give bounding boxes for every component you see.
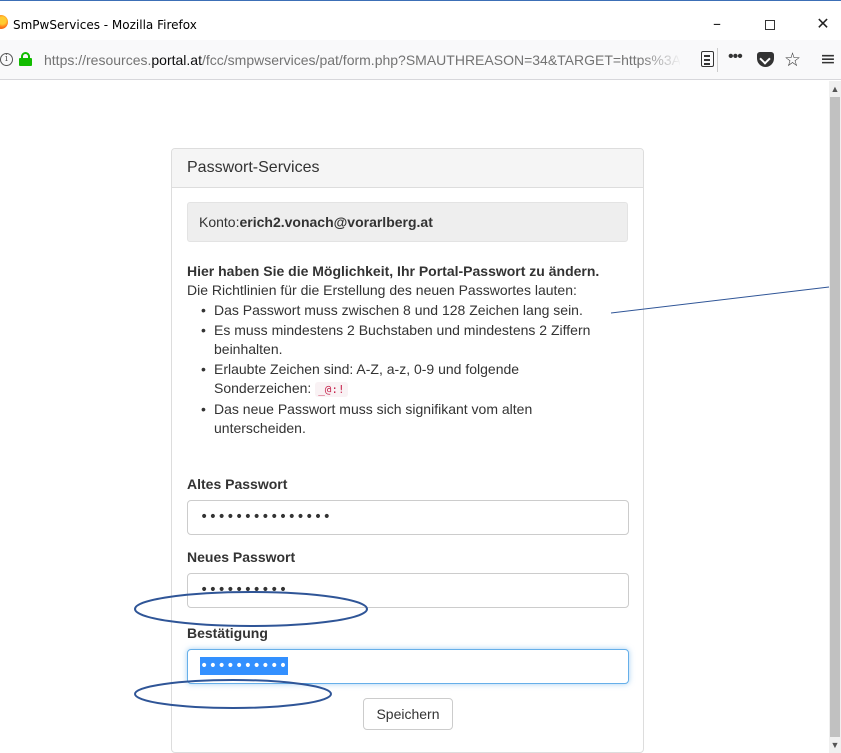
site-info-icon[interactable]: i <box>0 53 13 66</box>
scroll-thumb[interactable] <box>830 97 840 737</box>
account-label: Konto: <box>199 214 240 230</box>
maximize-icon <box>765 19 775 30</box>
rule-item: Das neue Passwort muss sich signifikant … <box>199 400 619 439</box>
old-password-label: Altes Passwort <box>187 476 288 492</box>
old-password-input[interactable]: ••••••••••••••• <box>187 500 629 535</box>
intro-heading: Hier haben Sie die Möglichkeit, Ihr Port… <box>187 263 600 279</box>
save-button[interactable]: Speichern <box>363 698 453 730</box>
hamburger-menu-icon[interactable]: ≡ <box>820 48 836 70</box>
url-domain: portal.at <box>151 52 202 68</box>
confirm-password-input[interactable]: •••••••••• <box>187 649 629 684</box>
rule-text: Erlaubte Zeichen sind: A-Z, a-z, 0-9 und… <box>214 360 520 397</box>
account-value: erich2.vonach@vorarlberg.at <box>239 214 433 230</box>
vertical-scrollbar[interactable]: ▲ ▼ <box>829 81 841 753</box>
navigation-toolbar: i https://resources.portal.at/fcc/smpwse… <box>0 40 841 80</box>
selected-text: •••••••••• <box>200 657 288 675</box>
maximize-button[interactable] <box>750 11 790 37</box>
close-button[interactable]: ✕ <box>803 11 841 37</box>
intro-text: Die Richtlinien für die Erstellung des n… <box>187 282 577 298</box>
password-services-panel: Passwort-Services Konto:erich2.vonach@vo… <box>171 148 644 753</box>
special-chars-code: _@:! <box>315 382 348 397</box>
bookmark-star-icon[interactable]: ☆ <box>784 49 801 71</box>
window-title: SmPwServices - Mozilla Firefox <box>13 18 197 32</box>
password-rules-list: Das Passwort muss zwischen 8 und 128 Zei… <box>199 301 619 439</box>
new-password-input[interactable]: •••••••••• <box>187 573 629 608</box>
rule-item: Das Passwort muss zwischen 8 und 128 Zei… <box>199 301 619 321</box>
reader-view-icon[interactable] <box>701 51 714 67</box>
new-password-label: Neues Passwort <box>187 549 296 565</box>
lock-icon[interactable] <box>19 52 32 66</box>
url-field[interactable]: https://resources.portal.at/fcc/smpwserv… <box>44 52 680 68</box>
page-actions-icon[interactable]: ••• <box>728 48 743 66</box>
toolbar-separator <box>717 48 718 72</box>
scroll-down-arrow-icon[interactable]: ▼ <box>829 737 841 753</box>
url-fade <box>640 48 682 72</box>
confirm-password-label: Bestätigung <box>187 625 268 641</box>
url-prefix: https://resources. <box>44 52 152 68</box>
rule-item: Erlaubte Zeichen sind: A-Z, a-z, 0-9 und… <box>199 360 619 400</box>
url-rest: /fcc/smpwservices/pat/form.php?SMAUTHREA… <box>201 52 680 68</box>
panel-heading: Passwort-Services <box>172 149 643 188</box>
rule-item: Es muss mindestens 2 Buchstaben und mind… <box>199 321 619 360</box>
minimize-button[interactable]: – <box>697 11 737 37</box>
pocket-icon[interactable] <box>757 52 774 67</box>
account-info: Konto:erich2.vonach@vorarlberg.at <box>187 202 628 242</box>
firefox-icon <box>0 15 8 29</box>
window-titlebar: SmPwServices - Mozilla Firefox – ✕ <box>0 0 841 40</box>
scroll-up-arrow-icon[interactable]: ▲ <box>829 81 841 97</box>
